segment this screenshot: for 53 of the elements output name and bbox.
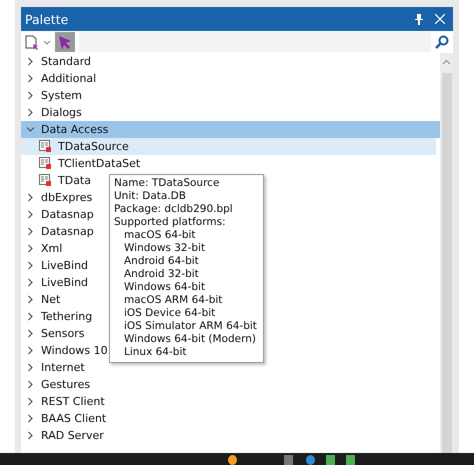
tooltip-line: Unit: Data.DB xyxy=(114,190,187,203)
platform-item: macOS ARM 64-bit xyxy=(123,294,224,307)
tooltip-line: Package: dcldb290.bpl xyxy=(114,203,234,216)
taskbar-app-icon[interactable] xyxy=(306,455,315,465)
scroll-up-icon[interactable] xyxy=(442,59,451,65)
caret-icon[interactable] xyxy=(43,40,51,44)
component-item[interactable]: TDataSource xyxy=(21,138,436,155)
close-icon[interactable] xyxy=(435,14,445,24)
platform-item: Android 32-bit xyxy=(123,268,200,281)
category-item[interactable]: Dialogs xyxy=(21,104,84,121)
category-item[interactable]: Net xyxy=(21,291,62,308)
platform-item: iOS Simulator ARM 64-bit xyxy=(123,320,257,333)
search-field[interactable] xyxy=(79,32,431,52)
platform-item: Windows 32-bit xyxy=(123,242,206,255)
category-item[interactable]: LiveBind xyxy=(21,257,90,274)
platform-item: Linux 64-bit xyxy=(123,346,188,359)
tooltip-line: Name: TDataSource xyxy=(114,177,220,190)
pin-icon[interactable] xyxy=(415,14,423,24)
tooltip-line: Supported platforms: xyxy=(114,216,227,229)
component-item[interactable]: TData xyxy=(21,172,93,189)
category-item[interactable]: RAD Server xyxy=(21,427,106,444)
category-item[interactable]: Additional xyxy=(21,70,98,87)
scrollbar[interactable] xyxy=(440,53,453,453)
category-item[interactable]: Datasnap xyxy=(21,206,96,223)
component-item[interactable]: TClientDataSet xyxy=(21,155,142,172)
category-item[interactable]: LiveBind xyxy=(21,274,90,291)
category-item[interactable]: Data Access xyxy=(21,121,440,138)
category-item[interactable]: Windows 10 xyxy=(21,342,110,359)
category-item[interactable]: REST Client xyxy=(21,393,107,410)
taskbar-app-icon[interactable] xyxy=(228,455,237,465)
platform-item: iOS Device 64-bit xyxy=(123,307,216,320)
search-icon[interactable] xyxy=(435,35,449,49)
platform-item: Windows 64-bit (Modern) xyxy=(123,333,257,346)
platform-item: macOS 64-bit xyxy=(123,229,197,242)
category-item[interactable]: Xml xyxy=(21,240,64,257)
component-icon xyxy=(39,174,52,187)
component-icon xyxy=(39,140,52,153)
category-item[interactable]: System xyxy=(21,87,84,104)
pointer-button[interactable] xyxy=(55,32,75,52)
platform-item: Windows 64-bit xyxy=(123,281,206,294)
component-icon xyxy=(39,157,52,170)
category-item[interactable]: Datasnap xyxy=(21,223,96,240)
new-item-icon[interactable] xyxy=(25,34,39,50)
category-item[interactable]: Tethering xyxy=(21,308,94,325)
category-item[interactable]: BAAS Client xyxy=(21,410,108,427)
category-item[interactable]: Internet xyxy=(21,359,87,376)
category-item[interactable]: Sensors xyxy=(21,325,86,342)
category-item[interactable]: Standard xyxy=(21,53,94,70)
chevron-down-icon[interactable] xyxy=(26,125,35,134)
window-title: Palette xyxy=(25,12,70,26)
platform-item: Android 64-bit xyxy=(123,255,200,268)
category-item[interactable]: dbExpres xyxy=(21,189,94,206)
category-item[interactable]: Gestures xyxy=(21,376,92,393)
